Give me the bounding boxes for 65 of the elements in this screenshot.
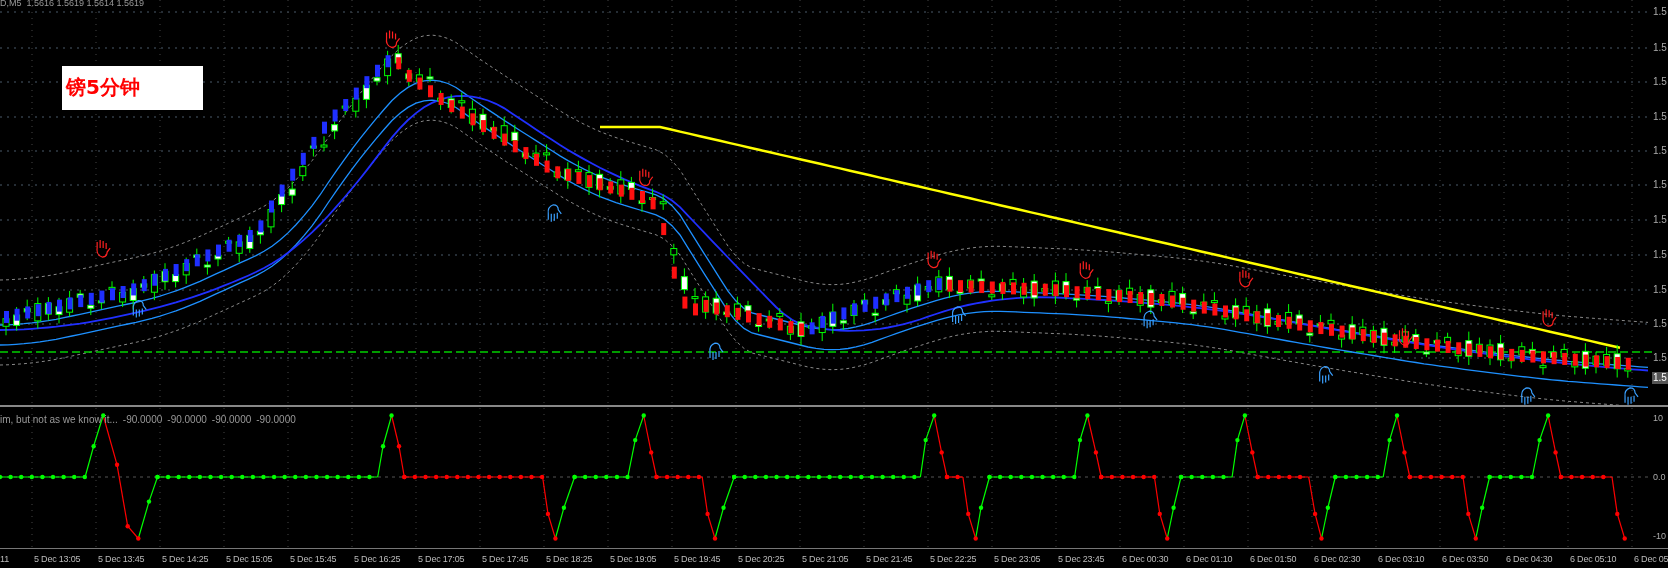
indicator-axis-label: 0.0 [1653,471,1666,483]
time-label: 6 Dec 05:10 [1569,553,1618,564]
indicator-name: im, but not as we know it... [0,414,118,425]
hand-icon [709,342,724,361]
time-label: 5 Dec 21:45 [865,553,914,564]
price-label: 1.5 [1653,179,1667,191]
time-label: 5 Dec 19:45 [673,553,722,564]
time-label: 5 Dec 18:25 [545,553,594,564]
time-label: 5 Dec 19:05 [609,553,658,564]
hand-icon [639,168,654,187]
hand-icon [385,29,401,49]
indicator-value: -90.0000 [256,414,296,425]
time-label: 5 Dec 22:25 [929,553,978,564]
hand-icon [1542,308,1557,327]
indicator-value: -90.0000 [122,414,163,425]
time-label: 5 Dec 17:05 [417,553,466,564]
hand-icon [96,239,111,258]
time-label: 6 Dec 00:30 [1121,553,1170,564]
price-label: 1.5 [1653,145,1667,157]
hand-icon [1624,387,1639,405]
time-label: 5 Dec 13:45 [97,553,146,564]
chart-label: 镑5分钟 [62,66,203,110]
time-label: 6 Dec 01:50 [1249,553,1298,564]
time-label: 5 Dec 20:25 [737,553,786,564]
time-label: 5 Dec 21:05 [801,553,850,564]
price-label: 1.5 [1653,249,1667,261]
price-label: 1.5 [1653,352,1667,364]
hand-icon [1239,269,1254,288]
hand-icon [1521,387,1536,405]
time-label: 6 Dec 01:10 [1185,553,1234,564]
time-label: 11 [0,553,10,564]
current-price-tag: 1.5 [1652,372,1668,384]
hand-icon [1398,327,1414,346]
indicator-axis-label: -10 [1653,530,1666,542]
hand-icon [547,204,562,223]
price-label: 1.5 [1653,214,1667,226]
time-label: 5 Dec 15:05 [225,553,274,564]
time-label: 5 Dec 17:45 [481,553,530,564]
hand-icon [1143,310,1158,329]
time-label: 5 Dec 23:45 [1057,553,1106,564]
price-label: 1.5 [1653,284,1667,296]
indicator-value: -90.0000 [167,414,207,425]
hand-icon [951,306,967,325]
time-label: 6 Dec 02:30 [1313,553,1362,564]
time-label: 5 Dec 16:25 [353,553,402,564]
indicator-value: -90.0000 [211,414,252,425]
time-label: 6 Dec 04:30 [1505,553,1554,564]
time-label: 6 Dec 05 [1633,553,1668,564]
price-label: 1.5 [1653,76,1667,88]
hand-icon [927,250,942,269]
price-label: 1.5 [1653,318,1667,330]
time-label: 5 Dec 23:05 [993,553,1042,564]
time-label: 5 Dec 13:05 [33,553,82,564]
time-label: 5 Dec 14:25 [161,553,210,564]
hand-icon [1318,365,1334,385]
time-label: 5 Dec 15:45 [289,553,338,564]
price-label: 1.5 [1653,111,1667,123]
hand-icon [1079,260,1094,279]
price-label: 1.5 [1653,6,1667,18]
hand-icon [132,299,147,319]
time-label: 6 Dec 03:50 [1441,553,1490,564]
time-label: 6 Dec 03:10 [1377,553,1426,564]
indicator-axis-label: 10 [1653,412,1663,424]
chart-header: D,M5 1.5616 1.5619 1.5614 1.5619 [0,0,145,8]
price-label: 1.5 [1653,42,1667,54]
